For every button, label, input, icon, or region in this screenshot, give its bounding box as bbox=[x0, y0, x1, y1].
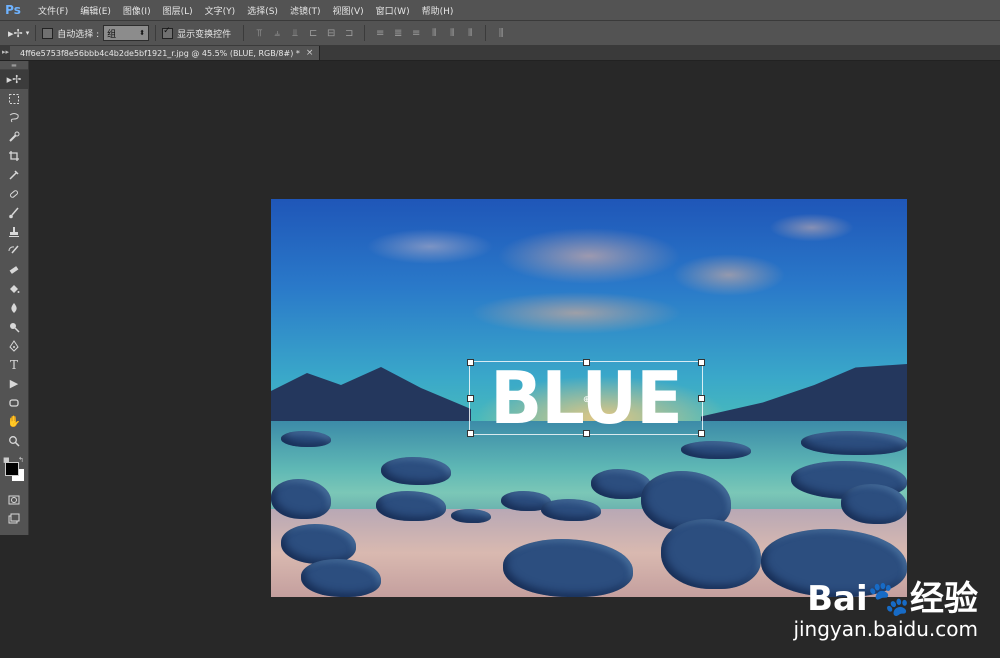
transform-handle-bottom-center[interactable] bbox=[583, 430, 590, 437]
collapse-panel-icon[interactable]: ▸▸ bbox=[2, 48, 9, 56]
auto-select-checkbox[interactable] bbox=[42, 27, 54, 39]
type-tool-icon[interactable]: T bbox=[0, 355, 28, 374]
clone-stamp-tool-icon[interactable] bbox=[0, 222, 28, 241]
rectangular-marquee-tool-icon[interactable] bbox=[0, 89, 28, 108]
align-vertical-centers-icon[interactable]: ⫨ bbox=[271, 27, 283, 39]
rock bbox=[301, 559, 381, 597]
blur-tool-icon[interactable] bbox=[0, 298, 28, 317]
menu-layer[interactable]: 图层(L) bbox=[163, 4, 193, 17]
watermark-logo: Bai🐾经验 bbox=[807, 579, 978, 619]
transform-handle-bottom-left[interactable] bbox=[467, 430, 474, 437]
lasso-tool-icon[interactable] bbox=[0, 108, 28, 127]
distribute-right-icon[interactable]: ⦀ bbox=[464, 27, 476, 39]
panel-grip[interactable]: ▬ bbox=[0, 61, 28, 70]
menu-help[interactable]: 帮助(H) bbox=[422, 4, 454, 17]
separator bbox=[35, 25, 37, 41]
align-left-edges-icon[interactable]: ⊏ bbox=[307, 27, 319, 39]
transform-handle-top-center[interactable] bbox=[583, 359, 590, 366]
separator bbox=[485, 25, 487, 41]
photoshop-logo: Ps bbox=[5, 3, 21, 17]
auto-select-value: 组 bbox=[107, 29, 117, 40]
document-tab-bar: ▸▸ 4ff6e5753f8e56bbb4c4b2de5bf1921_r.jpg… bbox=[0, 46, 1000, 61]
document-tab-title: 4ff6e5753f8e56bbb4c4b2de5bf1921_r.jpg @ … bbox=[20, 48, 300, 58]
path-selection-tool-icon[interactable]: ▶ bbox=[0, 374, 28, 393]
menu-bar: Ps 文件(F) 编辑(E) 图像(I) 图层(L) 文字(Y) 选择(S) 滤… bbox=[0, 0, 1000, 21]
rock bbox=[451, 509, 491, 523]
auto-select-label: 自动选择 : bbox=[57, 29, 100, 40]
screen-mode-icon[interactable] bbox=[0, 509, 28, 528]
rectangle-tool-icon[interactable] bbox=[0, 393, 28, 412]
baidu-jingyan-watermark: Bai🐾经验 jingyan.baidu.com bbox=[793, 580, 978, 640]
color-swatches: ■ ↰ bbox=[0, 456, 28, 490]
transform-bounding-box[interactable]: ⊕ bbox=[467, 359, 705, 437]
distribute-top-icon[interactable]: ≡ bbox=[374, 27, 386, 39]
quick-selection-tool-icon[interactable] bbox=[0, 127, 28, 146]
zoom-tool-icon[interactable] bbox=[0, 431, 28, 450]
move-tool-icon[interactable]: ▸✢ bbox=[0, 70, 28, 89]
menu-file[interactable]: 文件(F) bbox=[38, 4, 68, 17]
watermark-url: jingyan.baidu.com bbox=[793, 617, 978, 641]
spot-healing-brush-icon[interactable] bbox=[0, 184, 28, 203]
align-right-edges-icon[interactable]: ⊐ bbox=[343, 27, 355, 39]
menu-type[interactable]: 文字(Y) bbox=[205, 4, 236, 17]
auto-align-layers-icon[interactable]: ⫼ bbox=[495, 27, 507, 39]
rock bbox=[381, 457, 451, 485]
tools-panel: ▬ ▸✢ T ▶ ✋ ■ ↰ bbox=[0, 61, 29, 535]
rock bbox=[801, 431, 907, 455]
rock bbox=[376, 491, 446, 521]
rock bbox=[681, 441, 751, 459]
eraser-tool-icon[interactable] bbox=[0, 260, 28, 279]
document-canvas[interactable]: BLUE ⊕ bbox=[271, 199, 907, 597]
rock bbox=[271, 479, 331, 519]
hand-tool-icon[interactable]: ✋ bbox=[0, 412, 28, 431]
separator bbox=[364, 25, 366, 41]
separator bbox=[155, 25, 157, 41]
history-brush-tool-icon[interactable] bbox=[0, 241, 28, 260]
pen-tool-icon[interactable] bbox=[0, 336, 28, 355]
foreground-color-swatch[interactable] bbox=[5, 462, 19, 476]
menu-view[interactable]: 视图(V) bbox=[332, 4, 363, 17]
menu-image[interactable]: 图像(I) bbox=[123, 4, 151, 17]
options-bar: ▸✢ ▾ 自动选择 : 组 ⬍ 显示变换控件 ⫪ ⫨ ⫫ ⊏ ⊟ ⊐ ≡ ≣ ≡… bbox=[0, 21, 1000, 46]
separator bbox=[243, 25, 245, 41]
crop-tool-icon[interactable] bbox=[0, 146, 28, 165]
rock bbox=[281, 524, 356, 564]
distribute-vertical-centers-icon[interactable]: ≣ bbox=[392, 27, 404, 39]
menu-window[interactable]: 窗口(W) bbox=[376, 4, 410, 17]
close-icon[interactable]: × bbox=[306, 48, 314, 58]
transform-handle-top-left[interactable] bbox=[467, 359, 474, 366]
rock bbox=[281, 431, 331, 447]
distribute-left-icon[interactable]: ⦀ bbox=[428, 27, 440, 39]
distribute-bottom-icon[interactable]: ≡ bbox=[410, 27, 422, 39]
transform-handle-middle-left[interactable] bbox=[467, 395, 474, 402]
align-horizontal-centers-icon[interactable]: ⊟ bbox=[325, 27, 337, 39]
rock bbox=[841, 484, 907, 524]
auto-select-dropdown[interactable]: 组 ⬍ bbox=[103, 25, 150, 41]
menu-select[interactable]: 选择(S) bbox=[247, 4, 278, 17]
menu-filter[interactable]: 滤镜(T) bbox=[290, 4, 321, 17]
menu-edit[interactable]: 编辑(E) bbox=[80, 4, 111, 17]
chevron-updown-icon: ⬍ bbox=[139, 29, 146, 37]
transform-center-point-icon[interactable]: ⊕ bbox=[583, 395, 591, 405]
eyedropper-tool-icon[interactable] bbox=[0, 165, 28, 184]
show-transform-controls-label: 显示变换控件 bbox=[177, 29, 232, 40]
brush-tool-icon[interactable] bbox=[0, 203, 28, 222]
tool-preset-dropdown-icon[interactable]: ▾ bbox=[26, 29, 30, 37]
transform-handle-bottom-right[interactable] bbox=[698, 430, 705, 437]
show-transform-controls-checkbox[interactable] bbox=[162, 26, 174, 39]
transform-handle-top-right[interactable] bbox=[698, 359, 705, 366]
align-bottom-edges-icon[interactable]: ⫫ bbox=[289, 27, 301, 39]
paint-bucket-tool-icon[interactable] bbox=[0, 279, 28, 298]
transform-handle-middle-right[interactable] bbox=[698, 395, 705, 402]
document-tab[interactable]: 4ff6e5753f8e56bbb4c4b2de5bf1921_r.jpg @ … bbox=[10, 46, 321, 60]
rock bbox=[541, 499, 601, 521]
dodge-tool-icon[interactable] bbox=[0, 317, 28, 336]
align-top-edges-icon[interactable]: ⫪ bbox=[253, 27, 265, 39]
quick-mask-icon[interactable] bbox=[0, 490, 28, 509]
distribute-horizontal-centers-icon[interactable]: ⦀ bbox=[446, 27, 458, 39]
move-tool-icon[interactable]: ▸✢ bbox=[8, 27, 23, 40]
